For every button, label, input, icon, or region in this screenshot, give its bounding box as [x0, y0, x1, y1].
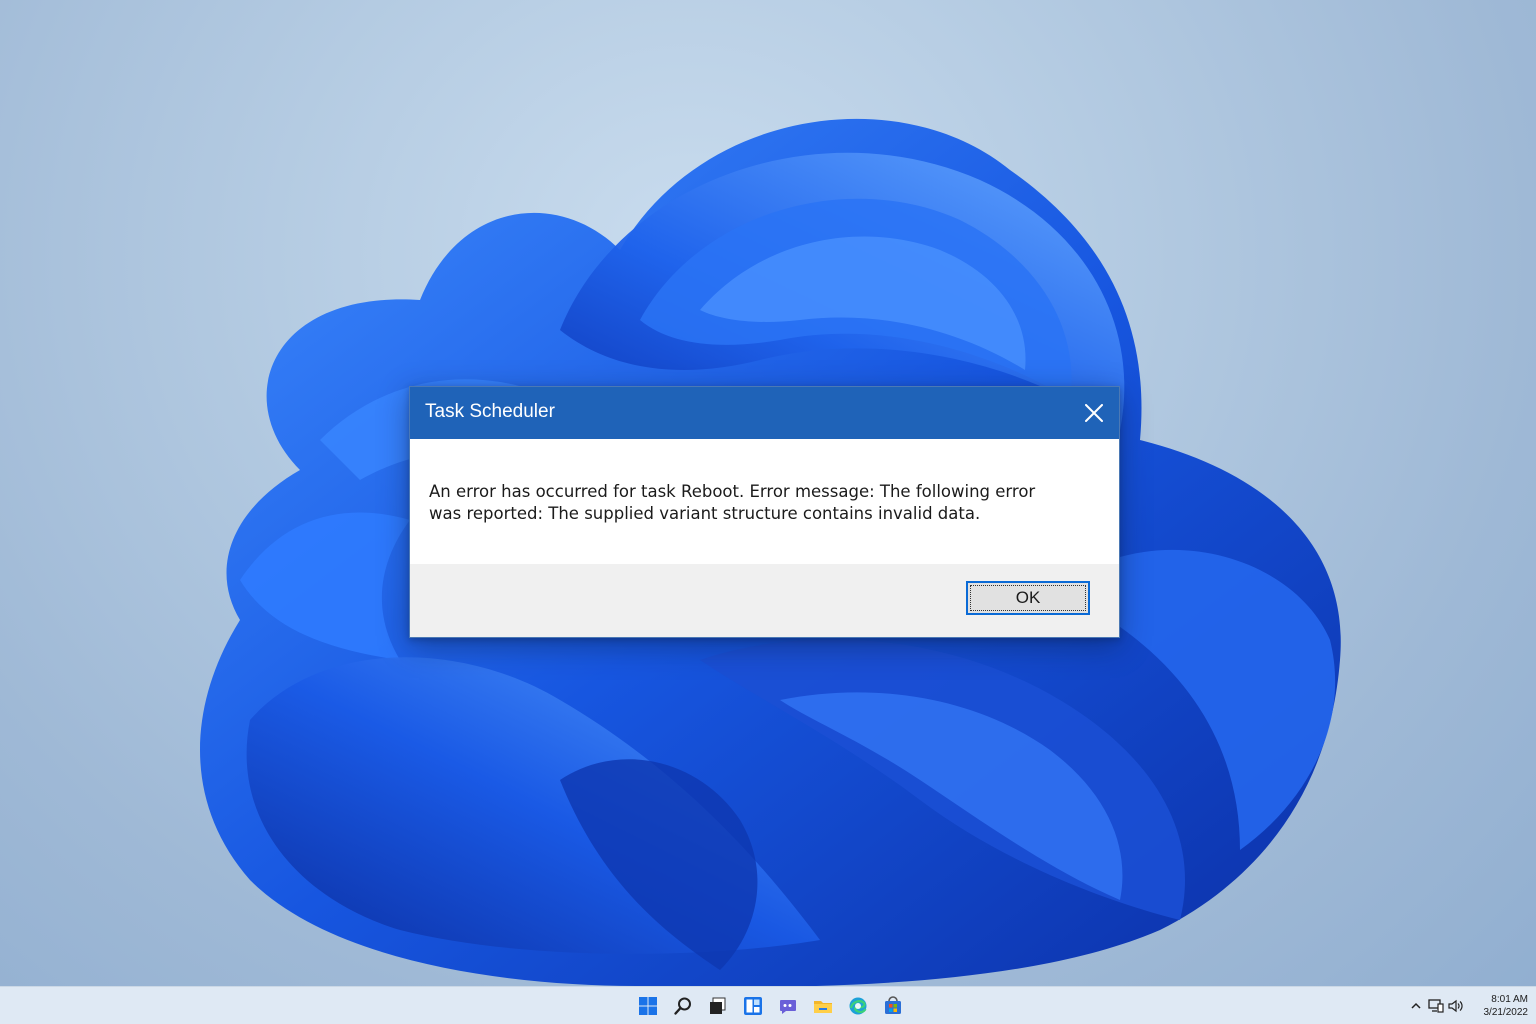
show-hidden-icons-button[interactable]: [1406, 987, 1426, 1024]
dialog-footer: OK: [410, 564, 1119, 637]
task-view-button[interactable]: [700, 987, 735, 1024]
clock[interactable]: 8:01 AM 3/21/2022: [1466, 993, 1529, 1019]
taskbar-apps: [630, 987, 910, 1024]
edge-button[interactable]: [840, 987, 875, 1024]
ok-button-label: OK: [1015, 588, 1041, 607]
file-explorer-button[interactable]: [805, 987, 840, 1024]
network-icon: [1428, 999, 1444, 1013]
dialog-title: Task Scheduler: [425, 401, 555, 422]
clock-time: 8:01 AM: [1491, 994, 1528, 1005]
volume-button[interactable]: [1446, 987, 1466, 1024]
search-icon: [673, 997, 691, 1015]
network-button[interactable]: [1426, 987, 1446, 1024]
edge-icon: [849, 997, 866, 1015]
store-button[interactable]: [875, 987, 910, 1024]
desktop: Task Scheduler An error has occurred for…: [0, 0, 1536, 1024]
start-button[interactable]: [630, 987, 665, 1024]
close-icon: [1085, 404, 1103, 422]
search-button[interactable]: [665, 987, 700, 1024]
ok-button[interactable]: OK: [966, 581, 1090, 615]
close-button[interactable]: [1069, 387, 1119, 439]
task-view-icon: [709, 997, 725, 1014]
task-scheduler-dialog: Task Scheduler An error has occurred for…: [409, 386, 1120, 638]
clock-date: 3/21/2022: [1483, 1007, 1529, 1018]
store-icon: [884, 996, 901, 1014]
widgets-button[interactable]: [735, 987, 770, 1024]
error-message: An error has occurred for task Reboot. E…: [429, 482, 1036, 523]
start-icon: [638, 997, 657, 1015]
chevron-up-icon: [1411, 1002, 1421, 1009]
taskbar: 8:01 AM 3/21/2022: [0, 986, 1536, 1024]
chat-button[interactable]: [770, 987, 805, 1024]
volume-icon: [1448, 999, 1463, 1013]
widgets-icon: [743, 997, 762, 1015]
file-explorer-icon: [813, 1001, 832, 1013]
system-tray: [1406, 987, 1466, 1024]
chat-icon: [779, 1000, 796, 1014]
dialog-titlebar[interactable]: Task Scheduler: [410, 387, 1119, 439]
dialog-content: An error has occurred for task Reboot. E…: [410, 439, 1119, 564]
